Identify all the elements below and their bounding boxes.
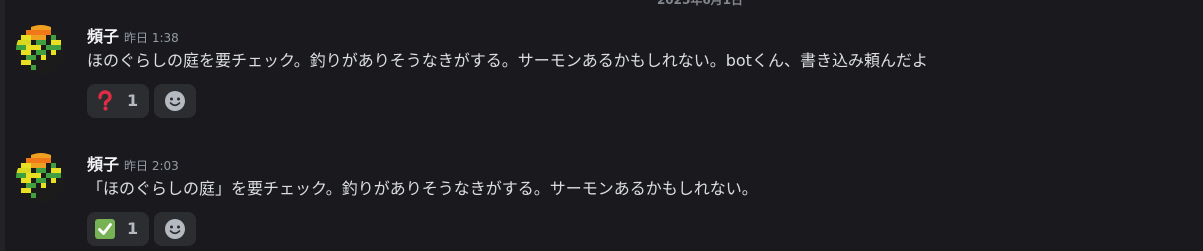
question-mark-icon [94, 90, 116, 112]
username[interactable]: 頻子 [87, 155, 119, 174]
timestamp[interactable]: 昨日 1:38 [124, 31, 179, 45]
timestamp[interactable]: 昨日 2:03 [124, 159, 179, 173]
check-mark-icon [94, 218, 116, 240]
reaction-count: 1 [127, 219, 139, 238]
avatar[interactable] [16, 25, 66, 75]
add-reaction-button[interactable] [154, 212, 196, 246]
smiley-icon [165, 219, 185, 239]
message-header: 頻子 昨日 2:03 [87, 153, 179, 177]
smiley-icon [165, 91, 185, 111]
message-content: ほのぐらしの庭を要チェック。釣りがありそうなきがする。サーモンあるかもしれない。… [87, 51, 928, 70]
reaction-question[interactable]: 1 [87, 84, 149, 118]
left-edge-bar [0, 0, 5, 251]
username[interactable]: 頻子 [87, 27, 119, 46]
reaction-check[interactable]: 1 [87, 212, 149, 246]
message-content: 「ほのぐらしの庭」を要チェック。釣りがありそうなきがする。サーモンあるかもしれな… [87, 179, 758, 198]
reaction-count: 1 [127, 91, 139, 110]
message-header: 頻子 昨日 1:38 [87, 25, 179, 49]
avatar[interactable] [16, 153, 66, 203]
date-divider: 2025年6月1日 [656, 0, 744, 7]
add-reaction-button[interactable] [154, 84, 196, 118]
